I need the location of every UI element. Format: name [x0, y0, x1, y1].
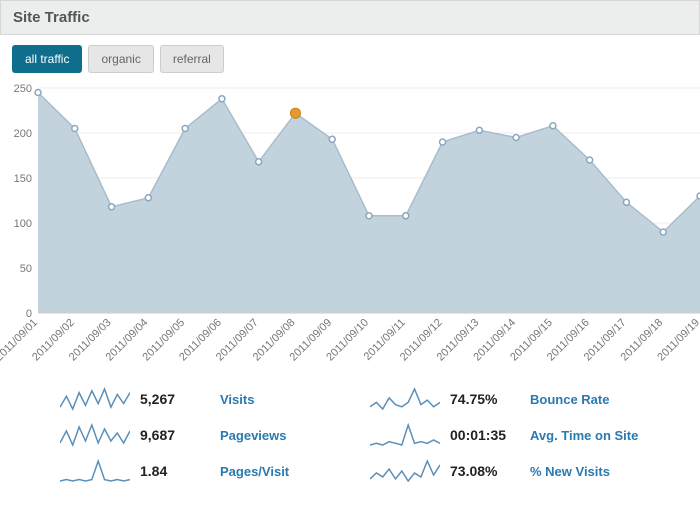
- metric-label[interactable]: % New Visits: [530, 464, 610, 479]
- tab-all-traffic[interactable]: all traffic: [12, 45, 82, 73]
- tab-referral[interactable]: referral: [160, 45, 224, 73]
- metric-value: 73.08%: [450, 463, 520, 479]
- sparkline-icon: [60, 459, 130, 483]
- sparkline-icon: [370, 387, 440, 411]
- metric-value: 1.84: [140, 463, 210, 479]
- metric-pageviews: 9,687 Pageviews: [60, 417, 370, 453]
- metric-label[interactable]: Pageviews: [220, 428, 287, 443]
- tabs: all traffic organic referral: [0, 35, 700, 73]
- metric-bounce-rate: 74.75% Bounce Rate: [370, 381, 680, 417]
- tab-organic[interactable]: organic: [88, 45, 153, 73]
- traffic-chart: 0501001502002502011/09/012011/09/022011/…: [0, 73, 700, 373]
- sparkline-icon: [370, 459, 440, 483]
- sparkline-icon: [60, 387, 130, 411]
- panel-header: Site Traffic: [0, 0, 700, 35]
- svg-text:200: 200: [14, 128, 32, 140]
- panel-title: Site Traffic: [13, 9, 687, 26]
- svg-text:250: 250: [14, 83, 32, 95]
- metric-value: 00:01:35: [450, 427, 520, 443]
- metric-value: 9,687: [140, 427, 210, 443]
- svg-text:150: 150: [14, 173, 32, 185]
- metrics-grid: 5,267 Visits 74.75% Bounce Rate 9,687 Pa…: [0, 373, 700, 509]
- metric-label[interactable]: Avg. Time on Site: [530, 428, 638, 443]
- svg-text:100: 100: [14, 218, 32, 230]
- svg-text:50: 50: [20, 263, 32, 275]
- metric-new-visits: 73.08% % New Visits: [370, 453, 680, 489]
- metric-label[interactable]: Visits: [220, 392, 254, 407]
- metric-value: 74.75%: [450, 391, 520, 407]
- metric-label[interactable]: Bounce Rate: [530, 392, 609, 407]
- metric-visits: 5,267 Visits: [60, 381, 370, 417]
- metric-label[interactable]: Pages/Visit: [220, 464, 289, 479]
- sparkline-icon: [370, 423, 440, 447]
- sparkline-icon: [60, 423, 130, 447]
- line-chart-svg: 0501001502002502011/09/012011/09/022011/…: [0, 83, 700, 383]
- metric-pages-per-visit: 1.84 Pages/Visit: [60, 453, 370, 489]
- metric-value: 5,267: [140, 391, 210, 407]
- metric-avg-time: 00:01:35 Avg. Time on Site: [370, 417, 680, 453]
